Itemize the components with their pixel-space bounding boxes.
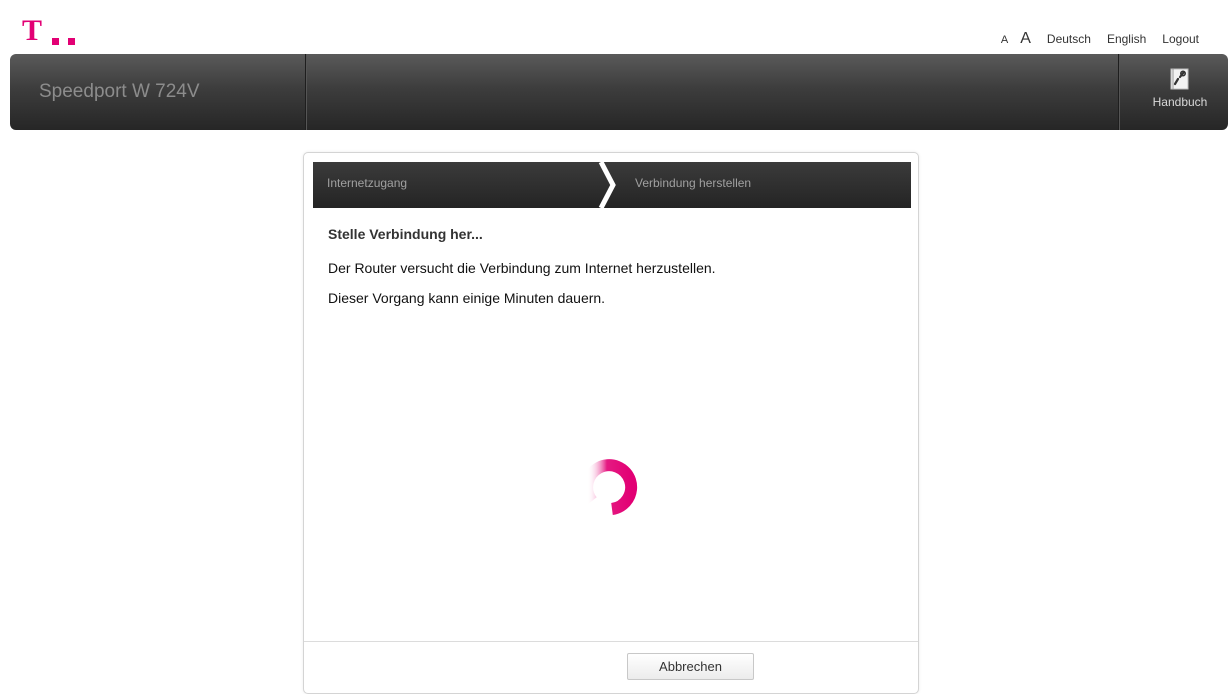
logout-link[interactable]: Logout [1162, 32, 1199, 46]
handbuch-button[interactable]: Handbuch [1140, 68, 1220, 109]
step-verbindung-herstellen: Verbindung herstellen [635, 176, 752, 190]
header-bar: Speedport W 724V Handbuch [10, 54, 1228, 130]
manual-book-wrench-icon [1170, 68, 1189, 90]
telekom-logo: T [22, 16, 102, 46]
header-divider [1118, 54, 1120, 130]
font-size-large-link[interactable]: A [1020, 30, 1031, 48]
step-internetzugang: Internetzugang [327, 176, 408, 190]
language-deutsch-link[interactable]: Deutsch [1047, 32, 1091, 46]
wizard-steps: Internetzugang Verbindung herstellen [313, 162, 911, 208]
wizard-panel: Internetzugang Verbindung herstellen Ste… [303, 152, 919, 694]
header-divider [305, 54, 307, 130]
device-title: Speedport W 724V [39, 81, 200, 102]
footer-divider [304, 641, 918, 642]
section-heading: Stelle Verbindung her... [328, 226, 483, 242]
language-english-link[interactable]: English [1107, 32, 1146, 46]
telekom-dots [52, 32, 84, 50]
cancel-button[interactable]: Abbrechen [627, 653, 754, 680]
handbuch-label: Handbuch [1152, 95, 1208, 109]
font-size-small-link[interactable]: A [1001, 34, 1008, 46]
status-message: Dieser Vorgang kann einige Minuten dauer… [328, 290, 606, 306]
telekom-t-mark: T [22, 14, 43, 47]
top-links: A A Deutsch English Logout [1001, 30, 1199, 48]
status-message: Der Router versucht die Verbindung zum I… [328, 260, 716, 276]
loading-spinner-icon [581, 459, 638, 515]
